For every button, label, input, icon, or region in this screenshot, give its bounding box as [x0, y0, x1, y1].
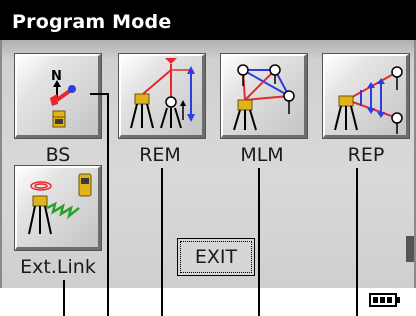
callout-line-mlm [258, 168, 260, 316]
rep-label: REP [347, 144, 385, 166]
battery-cell [380, 297, 385, 303]
exit-button[interactable]: EXIT [177, 238, 255, 276]
exit-label: EXIT [180, 241, 252, 273]
program-mode-screen: Program Mode N BS REM MLM REP Ext.Link E… [0, 0, 416, 316]
repetition-angle-icon [334, 66, 403, 134]
ext-link-label: Ext.Link [20, 256, 96, 278]
battery-icon [369, 293, 400, 307]
ext-link-button[interactable] [14, 165, 102, 251]
callout-line-bs [107, 93, 109, 316]
mlm-label: MLM [240, 144, 284, 166]
backsight-station-icon: N [50, 69, 76, 128]
callout-line-rep [356, 168, 358, 316]
rep-button[interactable] [322, 53, 410, 139]
panel-scroll-edge [406, 236, 414, 262]
battery-cell [373, 297, 378, 303]
title-bar: Program Mode [0, 0, 416, 40]
rem-button[interactable] [118, 53, 206, 139]
callout-line-ext-link [63, 280, 65, 316]
external-link-icon [28, 173, 92, 235]
mlm-button[interactable] [220, 53, 308, 139]
missing-line-icon [233, 64, 295, 131]
remote-elevation-icon [130, 58, 195, 129]
bs-button[interactable]: N [14, 53, 102, 139]
callout-line-rem [161, 168, 163, 316]
window-title: Program Mode [12, 11, 172, 33]
rem-label: REM [139, 144, 181, 166]
callout-line-bs-h [90, 93, 108, 95]
battery-cell [387, 297, 392, 303]
bs-label: BS [45, 144, 71, 166]
